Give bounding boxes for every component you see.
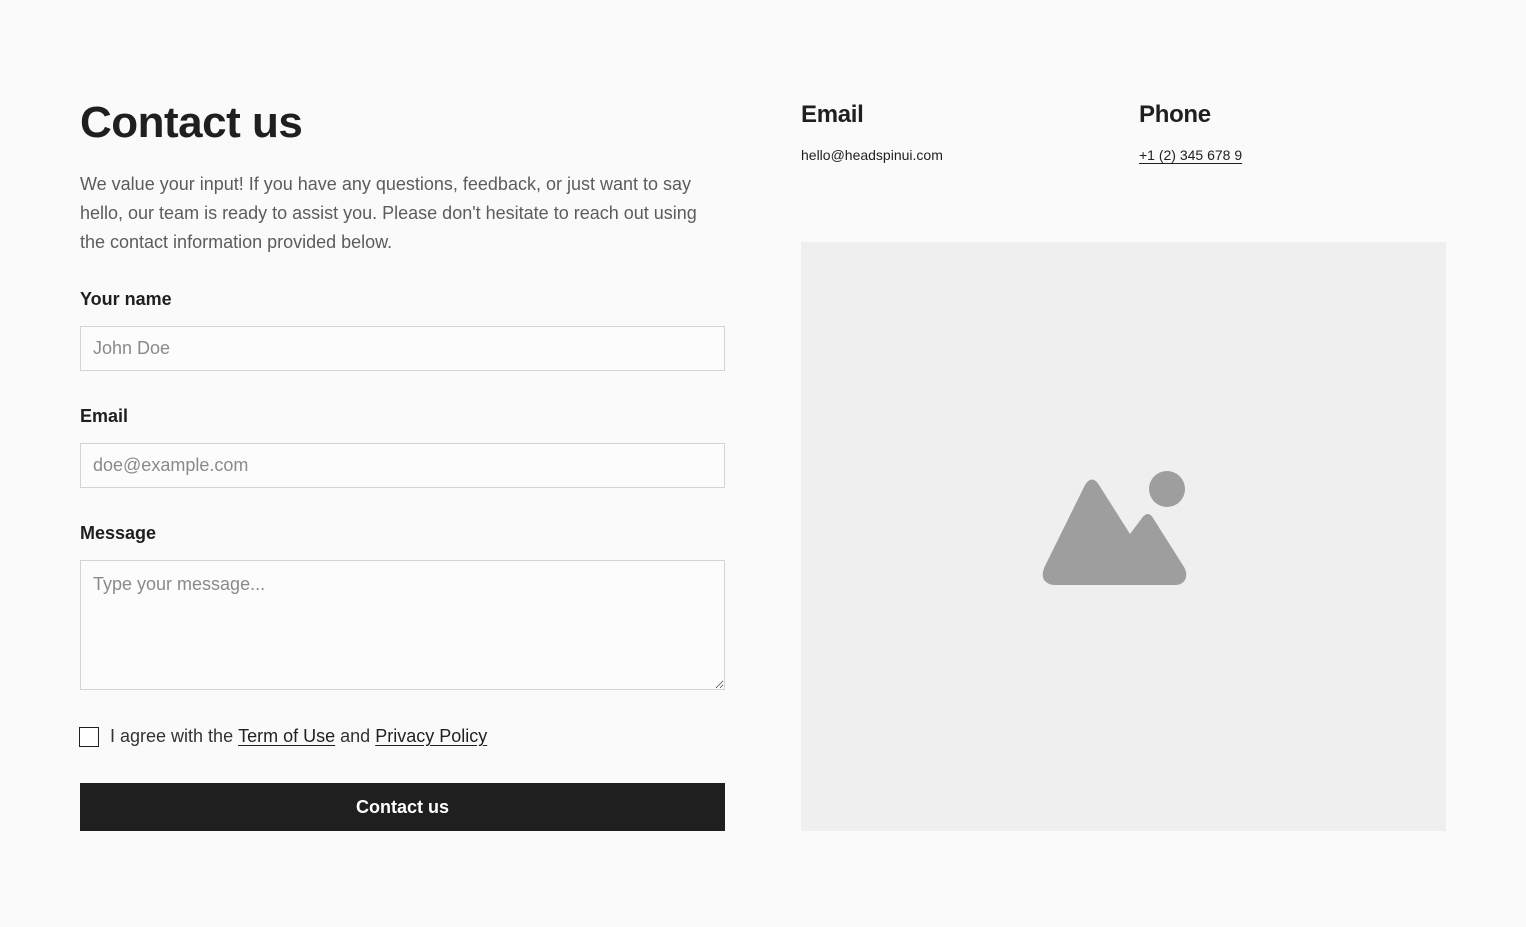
- image-placeholder-icon: [1042, 471, 1187, 585]
- agree-checkbox[interactable]: [79, 726, 99, 747]
- privacy-link[interactable]: Privacy Policy: [375, 726, 487, 747]
- email-heading: Email: [801, 101, 864, 128]
- phone-heading: Phone: [1139, 101, 1211, 128]
- contact-form-section: Contact us We value your input! If you h…: [79, 96, 725, 831]
- terms-link[interactable]: Term of Use: [238, 726, 335, 747]
- intro-text: We value your input! If you have any que…: [80, 174, 697, 252]
- name-input[interactable]: [80, 326, 725, 371]
- image-placeholder: [801, 242, 1446, 831]
- message-textarea[interactable]: [80, 560, 725, 690]
- page-title: Contact us: [80, 98, 303, 147]
- agree-and-text: and: [340, 726, 371, 746]
- email-input[interactable]: [80, 443, 725, 488]
- agree-row: I agree with the Term of Use and Privacy…: [79, 726, 487, 747]
- agree-prefix-text: I agree with the: [110, 726, 234, 746]
- email-info: Email hello@headspinui.com: [801, 100, 943, 165]
- message-label: Message: [80, 523, 157, 543]
- contact-page: Contact us We value your input! If you h…: [0, 0, 1526, 927]
- contact-submit-button[interactable]: Contact us: [80, 783, 725, 831]
- phone-info: Phone +1 (2) 345 678 9: [1139, 100, 1242, 165]
- name-label: Your name: [80, 289, 172, 309]
- phone-link[interactable]: +1 (2) 345 678 9: [1139, 147, 1242, 163]
- email-label: Email: [80, 406, 129, 426]
- email-value: hello@headspinui.com: [801, 147, 943, 163]
